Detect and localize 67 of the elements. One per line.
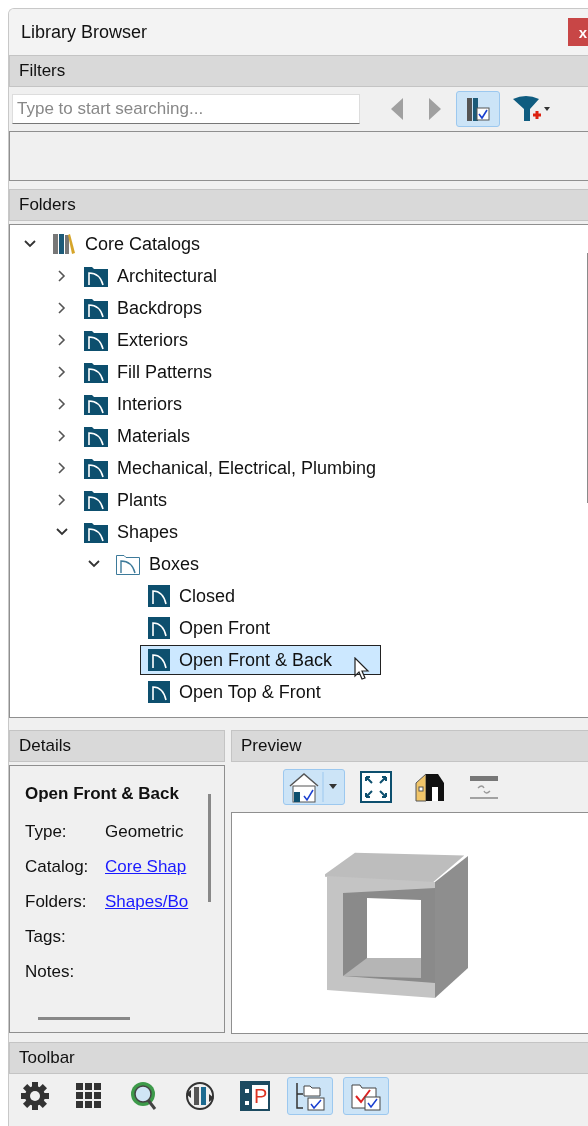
folder-icon	[83, 520, 109, 544]
shape-icon	[147, 680, 171, 704]
tree-item[interactable]: Open Front	[140, 613, 320, 643]
shape-icon	[147, 648, 171, 672]
shape-icon	[147, 616, 171, 640]
tree-item[interactable]: Closed	[140, 581, 285, 611]
section-header: Filters	[9, 55, 588, 87]
section-header: Details	[9, 730, 225, 762]
close-button[interactable]: x	[568, 18, 588, 46]
chevron-down-icon[interactable]	[55, 527, 69, 537]
field-link[interactable]: Shapes/Bo	[105, 891, 197, 912]
field-label: Catalog:	[25, 856, 90, 877]
folder-icon	[83, 392, 109, 416]
tree-item[interactable]: Shapes	[76, 517, 228, 547]
scrollbar-thumb[interactable]	[38, 1017, 130, 1020]
chevron-right-icon[interactable]	[57, 397, 67, 411]
tree-item[interactable]: Architectural	[76, 261, 267, 291]
shape-icon	[147, 584, 171, 608]
section-header: Toolbar	[9, 1042, 588, 1074]
folder-icon	[83, 456, 109, 480]
section-header: Folders	[9, 189, 588, 221]
folder-check-button[interactable]	[343, 1077, 389, 1115]
tree-item[interactable]: Mechanical, Electrical, Plumbing	[76, 453, 426, 483]
tree-item[interactable]: Boxes	[108, 549, 249, 579]
chevron-right-icon[interactable]	[57, 301, 67, 315]
folder-icon	[83, 360, 109, 384]
tree-item[interactable]: Materials	[76, 421, 240, 451]
folder-icon	[83, 328, 109, 352]
chevron-down-icon[interactable]	[87, 559, 101, 569]
scrollbar-thumb[interactable]	[208, 794, 211, 902]
field-label: Type:	[25, 821, 68, 842]
panel-button[interactable]: P	[233, 1078, 277, 1114]
folder-icon	[83, 264, 109, 288]
section-header: Preview	[231, 730, 588, 762]
books-icon	[51, 232, 77, 256]
chevron-right-icon[interactable]	[57, 365, 67, 379]
chevron-down-icon[interactable]	[23, 239, 37, 249]
tree-item[interactable]: Plants	[76, 485, 217, 515]
tree-item[interactable]: Backdrops	[76, 293, 252, 323]
field-link[interactable]: Core Shap	[105, 856, 197, 877]
chevron-right-icon[interactable]	[57, 269, 67, 283]
field-label: Tags:	[25, 926, 67, 947]
library-button[interactable]	[456, 91, 500, 127]
chevron-right-icon[interactable]	[57, 461, 67, 475]
window-title: Library Browser	[20, 21, 148, 43]
folder-icon	[83, 488, 109, 512]
field-label: Folders:	[25, 891, 88, 912]
folder-icon	[83, 296, 109, 320]
tree-item[interactable]: Fill Patterns	[76, 357, 262, 387]
folder-icon	[83, 424, 109, 448]
properties-panel-icon: P	[240, 1081, 270, 1111]
tree-item[interactable]: Open Top & Front	[140, 677, 370, 707]
tree-item[interactable]: Open Front & Back	[140, 645, 382, 675]
tree-item[interactable]: Interiors	[76, 389, 232, 419]
tree-item[interactable]: Exteriors	[76, 325, 237, 355]
field-label: Notes:	[25, 961, 76, 982]
tree-button[interactable]	[287, 1077, 333, 1115]
item-title: Open Front & Back	[25, 784, 180, 804]
search-field[interactable]: Type to start searching...	[12, 94, 360, 124]
tree-item[interactable]: Core Catalogs	[44, 229, 250, 259]
mouse-cursor-icon	[353, 657, 372, 681]
field-value: Geometric	[105, 821, 185, 842]
view-dropdown-button[interactable]	[282, 769, 345, 805]
chevron-right-icon[interactable]	[57, 429, 67, 443]
chevron-right-icon[interactable]	[57, 493, 67, 507]
folder-outline-icon	[115, 552, 141, 576]
chevron-right-icon[interactable]	[57, 333, 67, 347]
